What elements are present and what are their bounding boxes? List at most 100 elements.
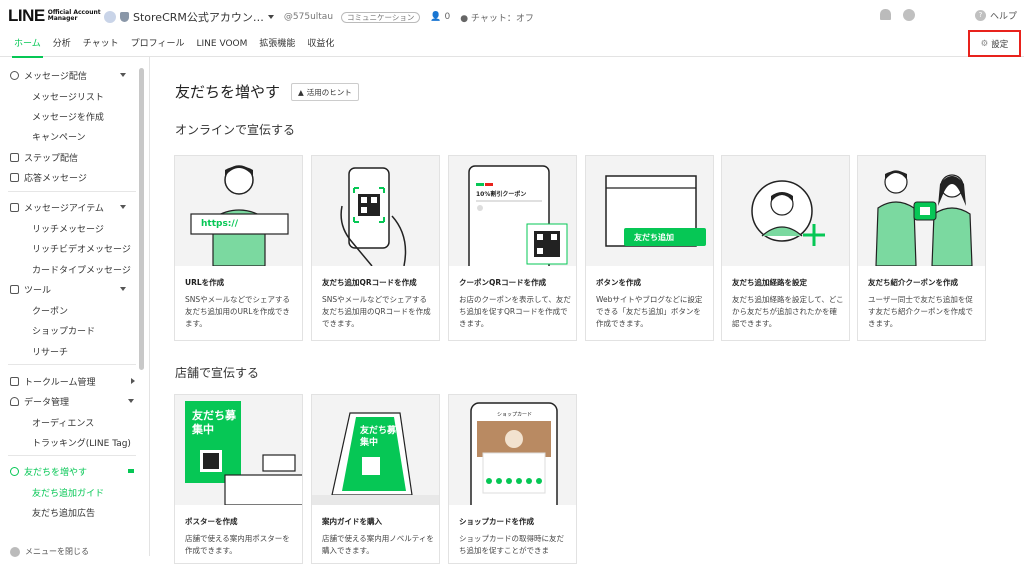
help-link[interactable]: ? ヘルプ	[975, 9, 1017, 22]
logo-text: LINE	[8, 6, 45, 25]
collapse-menu-button[interactable]: メニューを閉じる	[10, 546, 89, 557]
sidebar-item-label: データ管理	[24, 397, 70, 408]
two-people-illustration	[875, 170, 973, 266]
sidebar-item-campaign[interactable]: キャンペーン	[32, 128, 86, 144]
card-qr-code[interactable]: 友だち追加QRコードを作成 SNSやメールなどでシェアする友だち追加用のQRコー…	[311, 155, 440, 341]
sidebar-item-label: ショップカード	[32, 326, 96, 337]
card-title: 友だち追加QRコードを作成	[322, 278, 417, 287]
collapse-label: メニューを閉じる	[25, 547, 89, 556]
sidebar-item-label: ステップ配信	[24, 153, 79, 164]
phone-qr-illustration	[340, 167, 407, 266]
sidebar-item-step[interactable]: ステップ配信	[10, 149, 78, 165]
card-description: ショップカードの取得時に友だち追加を促すことができま	[459, 534, 564, 555]
chat-status[interactable]: ● チャット：オフ	[460, 11, 534, 24]
line-logo[interactable]: LINE Official Account Manager	[8, 6, 101, 26]
tab-extensions[interactable]: 拡張機能	[253, 31, 301, 57]
bell-icon[interactable]	[880, 9, 891, 20]
step-icon	[10, 152, 19, 162]
tab-analytics[interactable]: 分析	[47, 31, 77, 57]
user-icon[interactable]	[903, 9, 915, 21]
sidebar-item-friends-guide[interactable]: 友だち追加ガイド	[32, 484, 104, 500]
card-art-text: 友だち募集中	[192, 409, 236, 436]
sidebar-item-data[interactable]: データ管理	[10, 393, 69, 409]
card-description: 店舗で使える案内用ポスターを作成できます。	[185, 534, 290, 555]
card-shop-card[interactable]: ショップカード ショップカードを作成 ショップカードの取得時に友だち追加を促すこ…	[448, 394, 577, 564]
chevron-down-icon[interactable]	[128, 469, 134, 473]
chevron-down-icon[interactable]	[128, 399, 134, 403]
sidebar-item-response[interactable]: 応答メッセージ	[10, 169, 87, 185]
sidebar-item-audience[interactable]: オーディエンス	[32, 414, 94, 430]
shield-icon	[120, 12, 129, 22]
sidebar-item-card-type[interactable]: カードタイプメッセージ	[32, 261, 131, 277]
sidebar-item-chatroom[interactable]: トークルーム管理	[10, 373, 95, 389]
sidebar-item-label: トークルーム管理	[24, 377, 96, 388]
friends-count-value: 0	[444, 12, 451, 22]
tab-monetization[interactable]: 収益化	[301, 31, 340, 57]
card-coupon-qr[interactable]: 10%割引クーポン クーポンQRコードを作成 お店のクーポンを表示して、友だち追…	[448, 155, 577, 341]
items-icon	[10, 202, 19, 212]
card-description: 友だち追加経路を設定して、どこから友だちが追加されたかを確認できます。	[732, 295, 844, 328]
help-icon: ?	[975, 10, 986, 21]
sidebar-item-label: メッセージリスト	[32, 92, 104, 103]
card-art-text: 友だち追加	[634, 233, 674, 242]
account-avatar	[104, 11, 116, 23]
card-title: 友だち紹介クーポンを作成	[868, 278, 958, 287]
sidebar-item-rich[interactable]: リッチメッセージ	[32, 220, 104, 236]
database-icon	[10, 396, 19, 406]
logo-sub2: Manager	[47, 15, 78, 22]
reply-icon	[10, 172, 19, 182]
tab-profile[interactable]: プロフィール	[125, 31, 191, 57]
hint-label: 活用のヒント	[306, 87, 352, 97]
account-id: @575ultau	[283, 12, 334, 22]
chevron-down-icon[interactable]	[120, 287, 126, 291]
chevron-down-icon[interactable]	[267, 15, 274, 19]
sidebar-item-coupon[interactable]: クーポン	[32, 302, 68, 318]
card-description: Webサイトやブログなどに設定できる「友だち追加」ボタンを作成できます。	[596, 295, 703, 328]
sidebar-item-label: トラッキング(LINE Tag)	[32, 438, 131, 449]
card-guide[interactable]: 友だち募集中 案内ガイドを購入 店舗で使える案内用ノベルティを購入できます。	[311, 394, 440, 564]
settings-label: 設定	[991, 39, 1009, 50]
chevron-down-icon[interactable]	[120, 73, 126, 77]
sidebar-item-message[interactable]: メッセージ配信	[10, 67, 87, 83]
card-art-text: https://	[201, 219, 238, 229]
hint-button[interactable]: ▲ 活用のヒント	[291, 83, 359, 101]
divider	[8, 364, 136, 365]
chevron-down-icon[interactable]	[120, 205, 126, 209]
sidebar-item-friends[interactable]: 友だちを増やす	[10, 463, 87, 479]
card-button[interactable]: 友だち追加 ボタンを作成 Webサイトやブログなどに設定できる「友だち追加」ボタ…	[585, 155, 714, 341]
sidebar-item-rich-video[interactable]: リッチビデオメッセージ	[32, 240, 131, 256]
sidebar-item-tracking[interactable]: トラッキング(LINE Tag)	[32, 434, 131, 450]
tab-line-voom[interactable]: LINE VOOM	[191, 31, 254, 57]
sidebar: メッセージ配信 メッセージリスト メッセージを作成 キャンペーン ステップ配信 …	[0, 57, 150, 557]
card-poster[interactable]: 友だち募集中 ポスターを作成 店舗で使える案内用ポスターを作成できます。	[174, 394, 303, 564]
chatroom-icon	[10, 376, 19, 386]
sidebar-item-friends-ad[interactable]: 友だち追加広告	[32, 504, 95, 520]
card-image	[858, 156, 985, 266]
card-url[interactable]: https:// URLを作成 SNSやメールなどでシェアする友だち追加用のUR…	[174, 155, 303, 341]
card-art-text: 友だち募集中	[360, 426, 397, 448]
tab-home[interactable]: ホーム	[8, 31, 47, 58]
card-description: お店のクーポンを表示して、友だち追加を促すQRコードを作成できます。	[459, 295, 571, 328]
sidebar-scrollbar[interactable]	[139, 68, 144, 370]
card-art-text: 10%割引クーポン	[476, 191, 527, 198]
card-title: 案内ガイドを購入	[322, 517, 382, 526]
account-name[interactable]: StoreCRM公式アカウン…	[133, 9, 264, 25]
card-referral-coupon[interactable]: 友だち紹介クーポンを作成 ユーザー同士で友だち追加を促す友だち紹介クーポンを作成…	[857, 155, 986, 341]
nav-tabs: ホーム 分析 チャット プロフィール LINE VOOM 拡張機能 収益化	[8, 31, 340, 58]
settings-button[interactable]: ⚙ 設定	[968, 30, 1021, 57]
chevron-right-icon[interactable]	[131, 378, 135, 384]
card-title: ショップカードを作成	[459, 517, 534, 526]
sidebar-item-items[interactable]: メッセージアイテム	[10, 199, 104, 215]
tab-chat[interactable]: チャット	[77, 31, 125, 57]
sidebar-item-message-create[interactable]: メッセージを作成	[32, 108, 104, 124]
sidebar-item-message-list[interactable]: メッセージリスト	[32, 88, 104, 104]
message-icon	[10, 70, 19, 80]
sidebar-item-label: オーディエンス	[32, 418, 95, 429]
card-add-route[interactable]: 友だち追加経路を設定 友だち追加経路を設定して、どこから友だちが追加されたかを確…	[721, 155, 850, 341]
sidebar-item-shop-card[interactable]: ショップカード	[32, 322, 95, 338]
card-image: https://	[175, 156, 302, 266]
account-switcher[interactable]: StoreCRM公式アカウン… @575ultau コミュニケーション 👤 0 …	[104, 9, 534, 25]
sidebar-item-research[interactable]: リサーチ	[32, 343, 68, 359]
sidebar-item-tools[interactable]: ツール	[10, 281, 51, 297]
avatar-plus-illustration	[751, 180, 825, 246]
